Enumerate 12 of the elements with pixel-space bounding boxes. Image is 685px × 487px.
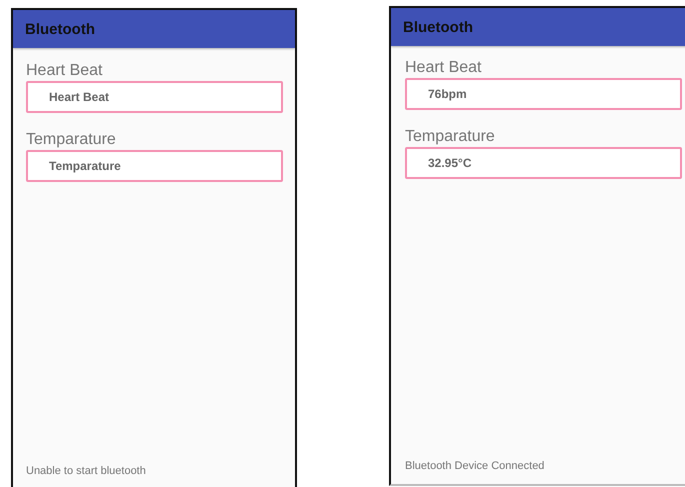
input-field[interactable]: Temparature [26,150,283,182]
app-title: Bluetooth [403,18,473,36]
field-label: Heart Beat [26,62,104,80]
input-field[interactable]: 76bpm [405,78,682,110]
status-message: Bluetooth Device Connected [405,460,546,472]
field-label: Temparature [405,128,496,146]
status-message: Unable to start bluetooth [26,465,147,477]
field-label: Heart Beat [405,59,482,77]
input-field[interactable]: Heart Beat [26,81,283,113]
field-label: Temparature [26,131,117,149]
app-title: Bluetooth [25,20,95,38]
input-field[interactable]: 32.95°C [405,147,682,179]
